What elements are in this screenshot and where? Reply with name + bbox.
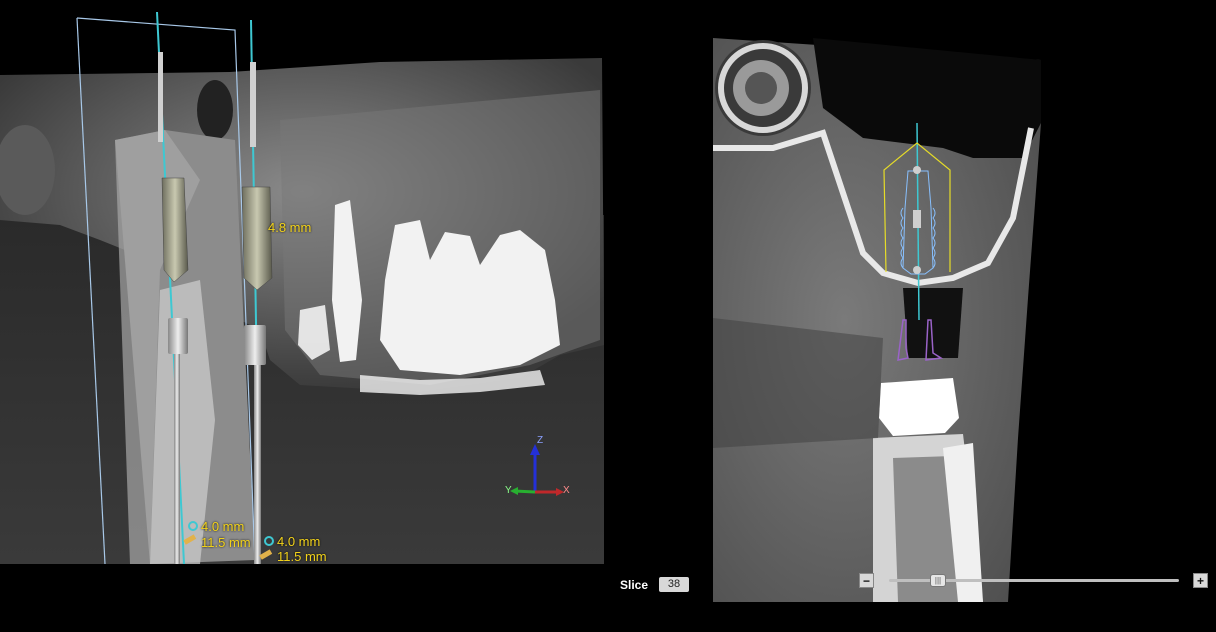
zoom-in-button[interactable]: +	[1193, 573, 1208, 588]
slice-label: Slice	[620, 578, 649, 592]
implant-a-length: 11.5 mm	[201, 535, 251, 550]
3d-rendering: Z X Y	[0, 0, 604, 564]
ct-slice-image	[713, 38, 1041, 602]
zoom-out-button[interactable]: −	[859, 573, 874, 588]
implant-b-length: 11.5 mm	[277, 549, 327, 564]
axis-y-label: Y	[505, 485, 512, 496]
distance-measurement: 4.8 mm	[268, 220, 312, 235]
axis-x-label: X	[563, 485, 570, 496]
axis-z-label: Z	[537, 435, 543, 446]
3d-viewport[interactable]: Z X Y 4.8 mm 4.0 mm 11.5 mm 4.0 mm 11.5 …	[0, 0, 604, 564]
implant-a-diameter: 4.0 mm	[201, 519, 245, 534]
zoom-slider-thumb[interactable]: |||	[930, 574, 946, 587]
slice-number-field[interactable]: 38	[659, 577, 689, 592]
cross-section-viewport[interactable]	[713, 38, 1041, 602]
implant-b-diameter: 4.0 mm	[277, 534, 321, 549]
